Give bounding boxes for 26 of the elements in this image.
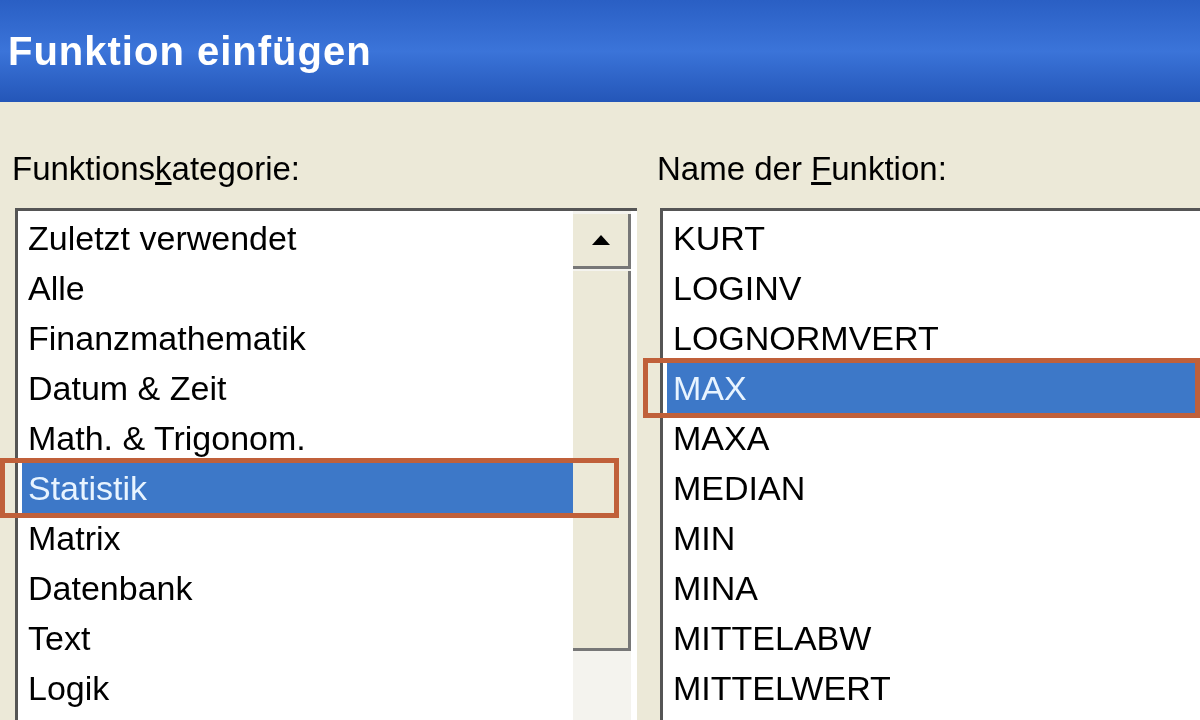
category-label: Funktionskategorie: (12, 149, 300, 189)
function-item[interactable]: LOGNORMVERT (667, 313, 1200, 363)
scroll-up-button[interactable] (573, 214, 631, 269)
category-item[interactable]: Datum & Zeit (22, 363, 573, 413)
category-item[interactable]: Text (22, 613, 573, 663)
category-item[interactable]: Zuletzt verwendet (22, 213, 573, 263)
function-item[interactable]: MINA (667, 563, 1200, 613)
function-item[interactable]: MIN (667, 513, 1200, 563)
category-item[interactable]: Matrix (22, 513, 573, 563)
function-item[interactable]: MITTELABW (667, 613, 1200, 663)
category-item[interactable]: Alle (22, 263, 573, 313)
scroll-thumb[interactable] (573, 271, 631, 651)
window-title: Funktion einfügen (8, 28, 372, 75)
scrollbar[interactable] (573, 211, 631, 720)
function-label: Name der Funktion: (657, 149, 947, 189)
category-item[interactable]: Math. & Trigonom. (22, 413, 573, 463)
category-item[interactable]: Logik (22, 663, 573, 713)
up-arrow-icon (591, 235, 610, 245)
function-item[interactable]: MEDIAN (667, 463, 1200, 513)
category-item[interactable]: Finanzmathematik (22, 313, 573, 363)
function-item[interactable]: MAXA (667, 413, 1200, 463)
function-item[interactable]: LOGINV (667, 263, 1200, 313)
function-item[interactable]: KURT (667, 213, 1200, 263)
category-item[interactable]: Statistik (22, 463, 573, 513)
category-item[interactable]: Datenbank (22, 563, 573, 613)
function-item[interactable]: MITTELWERT (667, 663, 1200, 713)
